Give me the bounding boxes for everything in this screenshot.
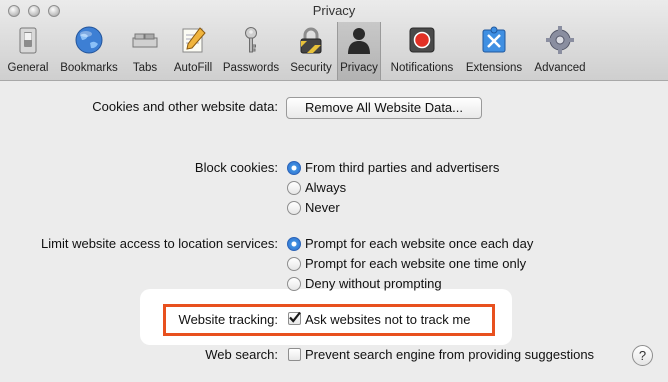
tab-extensions[interactable]: Extensions xyxy=(462,22,526,80)
puzzle-icon xyxy=(482,26,506,53)
ask-not-to-track-checkbox[interactable] xyxy=(288,311,301,325)
location-once-each-day-radio[interactable] xyxy=(287,237,301,251)
checkmark-icon xyxy=(289,311,301,323)
remove-all-website-data-button[interactable]: Remove All Website Data... xyxy=(286,97,482,119)
block-cookies-label: Block cookies: xyxy=(194,160,278,175)
block-cookies-option-label: Never xyxy=(305,200,340,215)
gear-icon xyxy=(546,26,574,54)
tab-general[interactable]: General xyxy=(4,22,52,80)
tab-autofill[interactable]: AutoFill xyxy=(168,22,218,80)
block-cookies-option-label: Always xyxy=(305,180,347,195)
window-title: Privacy xyxy=(312,3,356,18)
prevent-suggestions-label: Prevent search engine from providing sug… xyxy=(305,347,595,362)
website-tracking-label: Website tracking: xyxy=(178,312,278,327)
block-cookies-option-label: From third parties and advertisers xyxy=(305,160,500,175)
location-option-label: Prompt for each website one time only xyxy=(305,256,527,271)
cookies-label: Cookies and other website data: xyxy=(92,99,278,114)
ask-not-to-track-label: Ask websites not to track me xyxy=(305,312,471,327)
title-bar: Privacy General Bookmarks Tabs AutoFill … xyxy=(0,0,668,81)
tab-security[interactable]: Security xyxy=(286,22,336,80)
lock-icon xyxy=(300,27,322,54)
tabs-icon xyxy=(132,33,158,48)
location-option-label: Deny without prompting xyxy=(305,276,442,291)
key-icon xyxy=(245,27,257,53)
autofill-pencil-icon xyxy=(182,27,206,53)
tab-privacy[interactable]: Privacy xyxy=(337,22,381,80)
general-switch-icon xyxy=(19,27,37,54)
tab-advanced[interactable]: Advanced xyxy=(530,22,590,80)
location-services-label: Limit website access to location service… xyxy=(41,236,278,251)
prevent-suggestions-checkbox[interactable] xyxy=(288,348,301,361)
notifications-red-dot-icon xyxy=(409,27,435,53)
location-deny-radio[interactable] xyxy=(287,277,301,291)
tab-bookmarks[interactable]: Bookmarks xyxy=(56,22,122,80)
privacy-pane: Cookies and other website data: Remove A… xyxy=(0,81,668,382)
block-cookies-always-radio[interactable] xyxy=(287,181,301,195)
person-silhouette-icon xyxy=(348,28,370,54)
tab-tabs[interactable]: Tabs xyxy=(124,22,166,80)
block-cookies-third-parties-radio[interactable] xyxy=(287,161,301,175)
location-one-time-only-radio[interactable] xyxy=(287,257,301,271)
location-option-label: Prompt for each website once each day xyxy=(305,236,534,251)
preferences-toolbar: General Bookmarks Tabs AutoFill Password… xyxy=(0,22,668,80)
block-cookies-never-radio[interactable] xyxy=(287,201,301,215)
web-search-label: Web search: xyxy=(205,347,278,362)
preferences-window: Privacy General Bookmarks Tabs AutoFill … xyxy=(0,0,668,382)
help-button[interactable]: ? xyxy=(632,345,653,366)
globe-icon xyxy=(75,26,103,54)
tab-passwords[interactable]: Passwords xyxy=(220,22,282,80)
tab-notifications[interactable]: Notifications xyxy=(386,22,458,80)
